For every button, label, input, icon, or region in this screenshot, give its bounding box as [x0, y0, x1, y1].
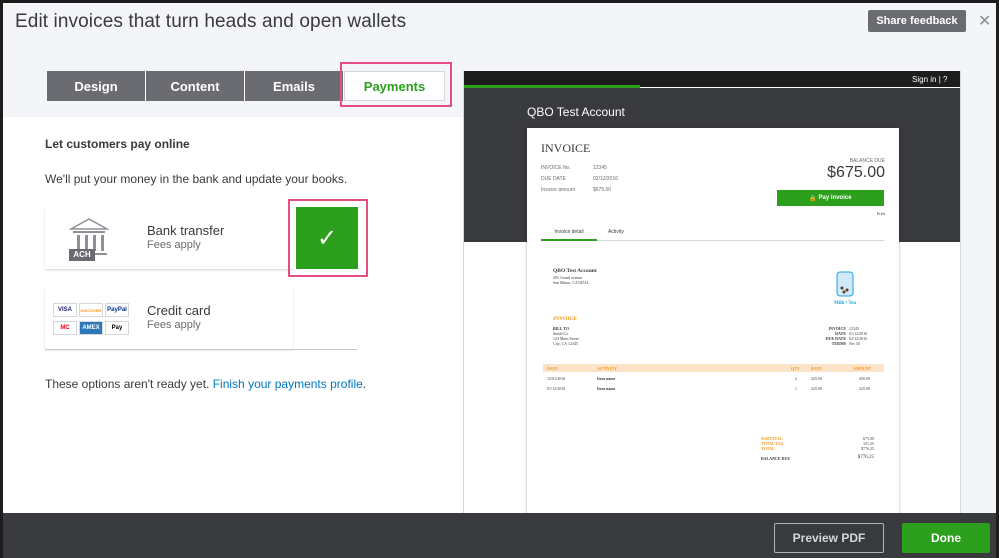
tab-emails[interactable]: Emails [245, 71, 344, 101]
payments-tab-highlight [340, 62, 452, 107]
paypal-logo: PayPal [105, 303, 129, 317]
payments-panel: Let customers pay online We'll put your … [3, 117, 463, 513]
doc-balance-due-label: BALANCE DUE [761, 456, 791, 461]
scrollbar[interactable] [965, 71, 995, 513]
doc-meta-values: 12345 01/12/2016 02/12/2016 Net 30 [849, 326, 868, 346]
apple-pay-logo: Pay [105, 321, 129, 335]
signin-link[interactable]: Sign in | ? [912, 75, 947, 84]
invoice-card: INVOICE INVOICE No. 12345 DUE DATE 02/12/2… [527, 128, 899, 513]
credit-card-label: Credit card [147, 303, 211, 318]
help-icon: ? [943, 75, 948, 84]
lock-icon: 🔒 [809, 195, 819, 202]
milk-tea-logo: Milk • Tea [827, 268, 863, 308]
finish-payments-profile-link[interactable]: Finish your payments profile [213, 377, 363, 391]
discover-logo: DISCOVER [79, 303, 103, 317]
preview-pdf-button[interactable]: Preview PDF [774, 523, 884, 553]
amex-logo: AMEX [79, 321, 103, 335]
close-icon[interactable]: ✕ [978, 11, 991, 31]
share-feedback-button[interactable]: Share feedback [868, 10, 966, 32]
print-link[interactable]: Print [877, 211, 885, 216]
tab-activity[interactable]: Activity [608, 229, 624, 235]
invoice-heading: INVOICE [541, 141, 591, 155]
bank-transfer-label: Bank transfer [147, 223, 225, 238]
not-ready-text: These options aren't ready yet. Finish y… [45, 377, 367, 391]
tab-content[interactable]: Content [146, 71, 245, 101]
payments-heading: Let customers pay online [45, 137, 190, 151]
invoice-meta: INVOICE No. 12345 DUE DATE 02/12/2016 Invo… [541, 165, 619, 193]
done-button[interactable]: Done [902, 523, 990, 553]
table-row: 01/12/2016 Item name 1 225.00 225.00 [547, 386, 870, 391]
dialog-title: Edit invoices that turn heads and open w… [15, 11, 407, 32]
credit-card-fees: Fees apply [147, 319, 201, 331]
bank-transfer-fees: Fees apply [147, 239, 201, 251]
preview-account-name: QBO Test Account [527, 105, 625, 119]
bank-transfer-card[interactable]: ACH Bank transfer Fees apply [45, 207, 293, 269]
cup-icon [836, 271, 854, 297]
dialog-footer: Preview PDF Done [3, 513, 996, 558]
table-row: 12/01/2016 Item name 2 225.00 450.00 [547, 376, 870, 381]
pay-invoice-button[interactable]: 🔒 Pay invoice [777, 190, 884, 206]
doc-title: INVOICE [553, 316, 578, 322]
invoice-document: QBO Test Account 291 Grand avenue San Ma… [541, 256, 884, 513]
doc-meta-keys: INVOICE DATE DUE DATE TERMS [825, 326, 846, 346]
tab-design[interactable]: Design [47, 71, 146, 101]
credit-card-card[interactable]: VISA DISCOVER PayPal MC AMEX Pay Credit … [45, 287, 293, 349]
doc-balance-due-value: $776.25 [857, 455, 874, 460]
doc-address: 291 Grand avenue San Mateo, CA 94514 [553, 275, 589, 285]
invoice-preview: Sign in | ? QBO Test Account INVOICE INV… [463, 71, 961, 513]
dialog: Edit invoices that turn heads and open w… [0, 0, 999, 558]
doc-billto: BILL TO Smith Co. 123 Main Street City, … [553, 326, 579, 346]
doc-table-header: DATE ACTIVITY QTY RATE AMOUNT [543, 364, 884, 372]
balance-due-amount: $675.00 [827, 164, 885, 181]
mastercard-logo: MC [53, 321, 77, 335]
visa-logo: VISA [53, 303, 77, 317]
payments-description: We'll put your money in the bank and upd… [45, 172, 348, 186]
doc-totals-labels: SUBTOTAL TOTAL TAX TOTAL [761, 436, 784, 451]
ach-badge: ACH [69, 249, 95, 261]
card-logos: VISA DISCOVER PayPal MC AMEX Pay [53, 303, 131, 337]
checkbox-highlight [288, 199, 368, 277]
divider [45, 349, 357, 350]
doc-company: QBO Test Account [553, 268, 597, 274]
doc-totals-values: 675.00 101.25 $776.25 [861, 436, 874, 451]
invoice-tabs: Invoice detail Activity [541, 227, 884, 241]
tab-invoice-detail[interactable]: Invoice detail [541, 229, 597, 241]
